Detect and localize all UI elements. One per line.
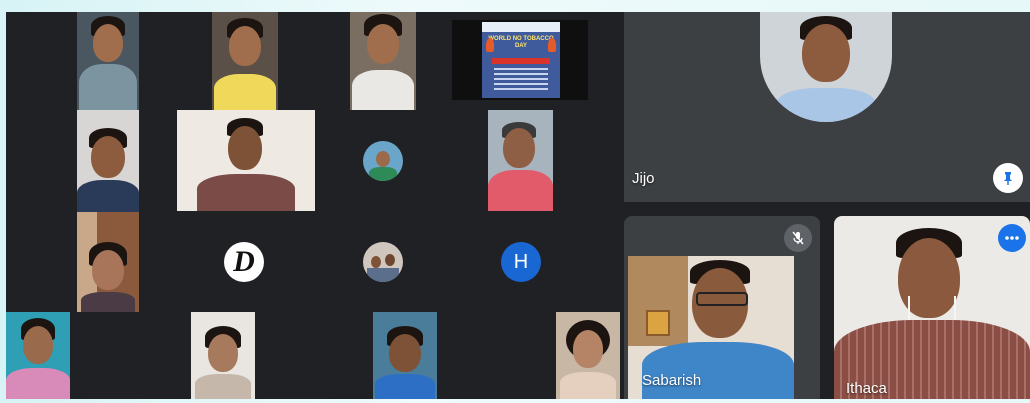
avatar-person-right: [385, 254, 395, 266]
participant-body: [77, 180, 139, 212]
pin-button[interactable]: [993, 163, 1023, 193]
participant-name-ithaca: Ithaca: [846, 380, 887, 397]
participant-face: [503, 128, 535, 168]
avatar-d: D: [224, 242, 264, 282]
mic-off-icon: [792, 231, 804, 245]
video-tile[interactable]: [556, 312, 620, 399]
participant-body: [6, 368, 70, 399]
participant-face: [367, 24, 399, 64]
participant-body: [488, 170, 553, 211]
participant-body: [195, 374, 251, 399]
participant-body: [197, 174, 295, 211]
mic-off-button[interactable]: [784, 224, 812, 252]
participant-tile-ithaca[interactable]: Ithaca: [834, 216, 1030, 399]
participant-face: [228, 126, 262, 170]
poster-banner: [492, 58, 550, 64]
jijo-avatar: [760, 12, 892, 122]
avatar-d-letter: D: [233, 245, 255, 278]
participant-face: [23, 326, 53, 364]
photo-frame: [646, 310, 670, 336]
participant-face: [91, 136, 125, 178]
featured-panel: Jijo Sabarish Ithaca: [620, 12, 1030, 399]
video-tile[interactable]: [373, 312, 437, 399]
pin-icon: [1004, 172, 1012, 185]
participant-face: [208, 334, 238, 372]
avatar-h-letter: H: [513, 250, 529, 273]
participant-body: [214, 74, 276, 110]
poster-flame-right: [548, 38, 556, 52]
participant-tile-sabarish[interactable]: Sabarish: [624, 216, 820, 399]
participant-face: [229, 26, 261, 66]
participant-body: [560, 372, 616, 399]
participant-name-jijo: Jijo: [632, 170, 655, 187]
video-tile[interactable]: [177, 110, 315, 211]
video-tile[interactable]: [212, 12, 278, 110]
participant-face: [92, 250, 124, 290]
participant-name-sabarish: Sabarish: [642, 372, 702, 389]
poster-header-strip: [482, 22, 560, 32]
participant-body: [81, 292, 135, 312]
avatar-shirt: [369, 167, 397, 181]
video-tile[interactable]: [350, 12, 416, 110]
poster-text-lines: [494, 68, 548, 92]
profile-photo-avatar: [363, 141, 403, 181]
shared-poster-tile[interactable]: WORLD NO TOBACCO DAY: [452, 20, 588, 100]
video-tile[interactable]: [77, 110, 139, 212]
video-tile[interactable]: [6, 312, 70, 399]
participant-body: [375, 374, 435, 399]
avatar-h: H: [501, 242, 541, 282]
video-tile[interactable]: [191, 312, 255, 399]
video-tile[interactable]: [488, 110, 553, 211]
participant-face: [573, 330, 603, 368]
participant-grid: WORLD NO TOBACCO DAY D H: [6, 12, 620, 399]
participant-body: [79, 64, 137, 110]
participant-tile-jijo[interactable]: Jijo: [624, 12, 1030, 202]
profile-photo-avatar: [363, 242, 403, 282]
poster-headline: WORLD NO TOBACCO DAY: [488, 36, 554, 49]
participant-face: [802, 24, 850, 82]
glasses: [696, 292, 748, 306]
more-options-button[interactable]: [998, 224, 1026, 252]
avatar-person-left: [371, 256, 381, 268]
more-options-icon: [1005, 236, 1019, 240]
avatar-shirts: [367, 268, 399, 282]
participant-face: [93, 24, 123, 62]
participant-body: [776, 88, 876, 122]
participant-face: [389, 334, 421, 372]
avatar-face: [376, 151, 390, 167]
poster-flame-left: [486, 38, 494, 52]
participant-body: [352, 70, 414, 110]
participant-body: [642, 342, 794, 399]
video-tile[interactable]: [77, 212, 139, 312]
video-tile[interactable]: [77, 12, 139, 110]
poster-image: WORLD NO TOBACCO DAY: [482, 22, 560, 98]
